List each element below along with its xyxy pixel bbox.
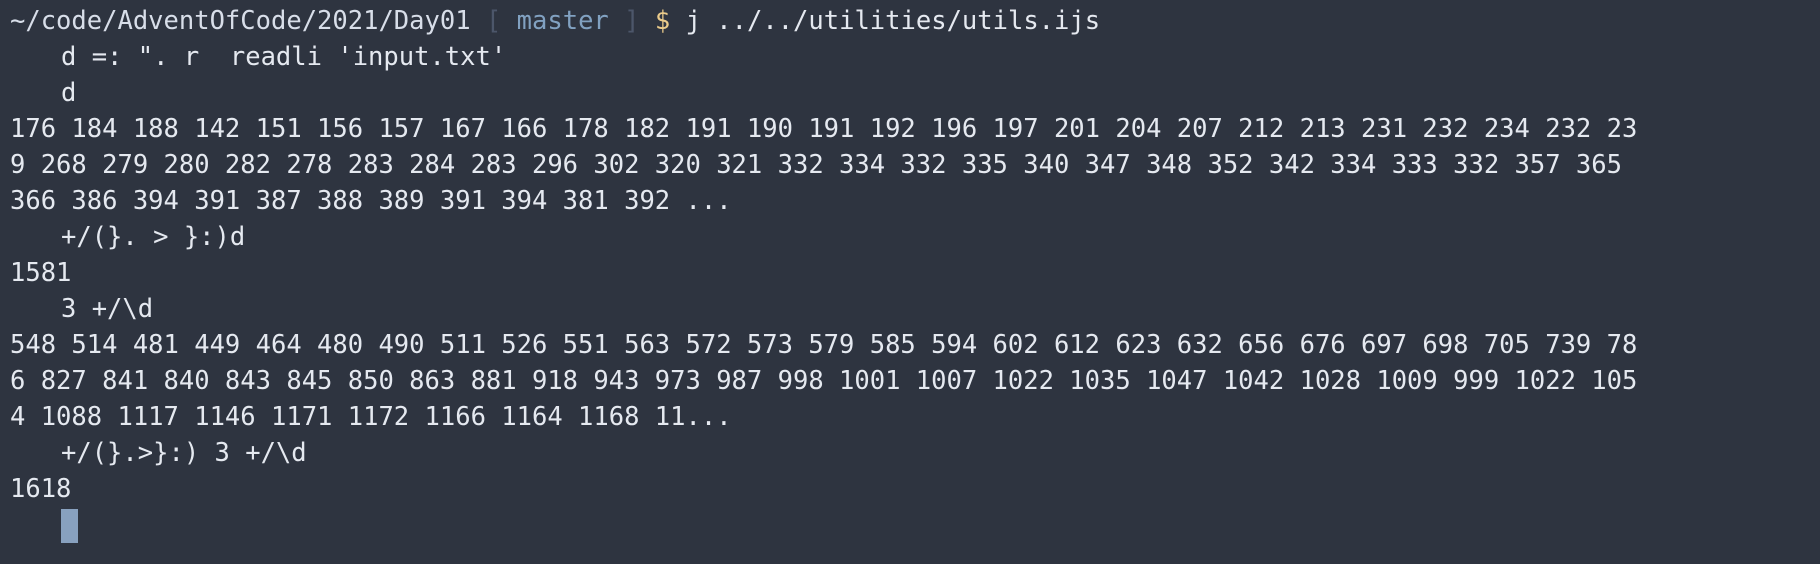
shell-prompt-line: ~/code/AdventOfCode/2021/Day01 [ master …	[10, 3, 1810, 39]
prompt-symbol: $	[654, 6, 671, 36]
repl-input-line: +/(}.>}:) 3 +/\d	[10, 435, 1810, 471]
repl-input-line: +/(}. > }:)d	[10, 219, 1810, 255]
prompt-bracket-open: [	[485, 6, 502, 36]
prompt-bracket-close: ]	[624, 6, 640, 36]
repl-input-text: d	[61, 78, 77, 108]
repl-output-line: 4 1088 1117 1146 1171 1172 1166 1164 116…	[10, 402, 732, 432]
terminal-window[interactable]: ~/code/AdventOfCode/2021/Day01 [ master …	[0, 0, 1820, 564]
text-cursor	[61, 509, 78, 543]
repl-active-input-line[interactable]	[10, 507, 1810, 543]
shell-command: j ../../utilities/utils.ijs	[685, 6, 1101, 36]
repl-input-text: d =: ". r readli 'input.txt'	[61, 42, 507, 72]
repl-output-line: 366 386 394 391 387 388 389 391 394 381 …	[10, 186, 732, 216]
repl-input-line: d	[10, 75, 1810, 111]
repl-output-line: 176 184 188 142 151 156 157 167 166 178 …	[10, 114, 1638, 144]
repl-input-line: d =: ". r readli 'input.txt'	[10, 39, 1810, 75]
repl-output-line: 9 268 279 280 282 278 283 284 283 296 30…	[10, 150, 1622, 180]
repl-input-line: 3 +/\d	[10, 291, 1810, 327]
git-branch: master	[516, 6, 609, 36]
repl-output-line: 548 514 481 449 464 480 490 511 526 551 …	[10, 330, 1638, 360]
repl-output-line: 1581	[10, 258, 72, 288]
repl-input-text: +/(}. > }:)d	[61, 222, 246, 252]
repl-output-line: 6 827 841 840 843 845 850 863 881 918 94…	[10, 366, 1638, 396]
repl-input-text: +/(}.>}:) 3 +/\d	[61, 438, 307, 468]
repl-input-text: 3 +/\d	[61, 294, 154, 324]
repl-output-line: 1618	[10, 474, 72, 504]
prompt-path: ~/code/AdventOfCode/2021/Day01	[10, 6, 471, 36]
